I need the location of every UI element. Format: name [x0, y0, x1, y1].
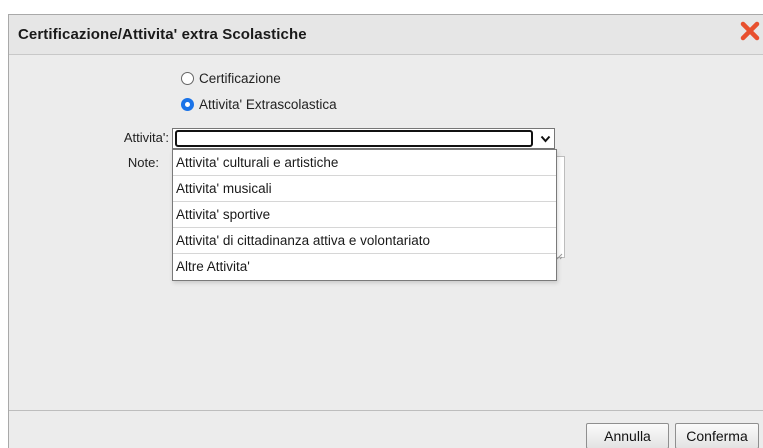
- dialog-title: Certificazione/Attivita' extra Scolastic…: [18, 26, 307, 43]
- dropdown-option[interactable]: Attivita' sportive: [173, 202, 556, 228]
- radio-label-attivita-extrascolastica: Attivita' Extrascolastica: [199, 97, 337, 112]
- chevron-down-icon[interactable]: [537, 129, 554, 148]
- activity-label: Attivita':: [123, 130, 169, 145]
- radio-attivita-extrascolastica[interactable]: Attivita' Extrascolastica: [181, 97, 337, 112]
- dialog: Certificazione/Attivita' extra Scolastic…: [8, 14, 763, 448]
- dropdown-option[interactable]: Attivita' di cittadinanza attiva e volon…: [173, 228, 556, 254]
- dropdown-option[interactable]: Attivita' musicali: [173, 176, 556, 202]
- radio-certificazione[interactable]: Certificazione: [181, 71, 281, 86]
- dropdown-option[interactable]: Altre Attivita': [173, 254, 556, 280]
- dialog-footer: Annulla Conferma: [9, 410, 763, 448]
- radio-label-certificazione: Certificazione: [199, 71, 281, 86]
- confirm-button[interactable]: Conferma: [675, 423, 759, 448]
- dialog-titlebar: Certificazione/Attivita' extra Scolastic…: [9, 15, 763, 55]
- radio-button-icon[interactable]: [181, 72, 194, 85]
- close-icon[interactable]: [739, 19, 761, 43]
- cancel-button[interactable]: Annulla: [586, 423, 669, 448]
- radio-button-selected-icon[interactable]: [181, 98, 194, 111]
- note-label: Note:: [127, 155, 159, 170]
- activity-select-value[interactable]: [175, 130, 533, 147]
- dropdown-option[interactable]: Attivita' culturali e artistiche: [173, 150, 556, 176]
- activity-dropdown-list: Attivita' culturali e artistiche Attivit…: [172, 149, 557, 281]
- activity-select[interactable]: [172, 128, 555, 149]
